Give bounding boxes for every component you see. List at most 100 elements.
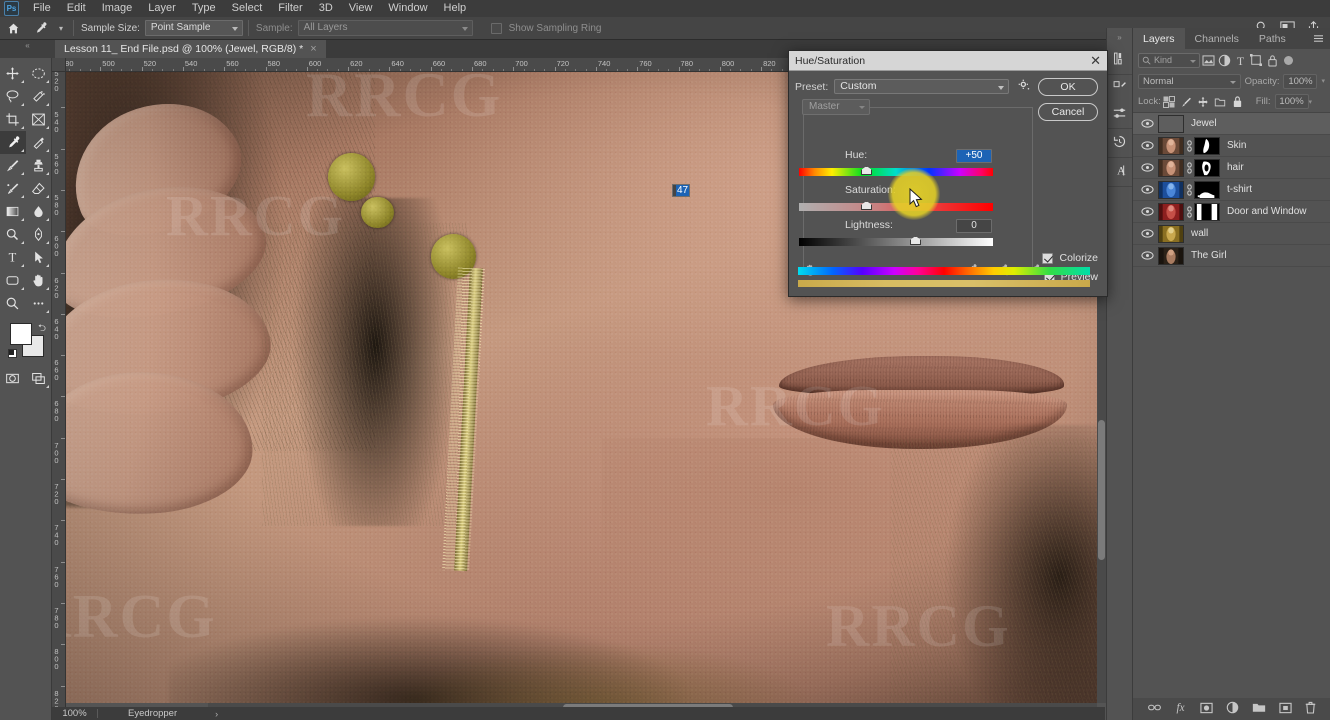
eye-icon[interactable] [1136, 163, 1158, 172]
home-icon[interactable] [0, 22, 26, 35]
link-layers-icon[interactable] [1148, 703, 1161, 715]
menu-view[interactable]: View [341, 0, 381, 17]
menu-help[interactable]: Help [436, 0, 475, 17]
table-row[interactable]: hair [1133, 157, 1330, 179]
character-icon[interactable]: A [1112, 163, 1127, 181]
edit-toolbar-tool[interactable] [26, 292, 52, 315]
layer-name[interactable]: wall [1191, 228, 1208, 239]
eye-icon[interactable] [1136, 141, 1158, 150]
layer-name[interactable]: Skin [1227, 140, 1246, 151]
add-mask-icon[interactable] [1200, 702, 1213, 717]
tab-layers[interactable]: Layers [1133, 28, 1185, 49]
gradient-tool[interactable] [0, 200, 26, 223]
quick-mask-toggle[interactable] [0, 367, 26, 390]
layer-name[interactable]: t-shirt [1227, 184, 1252, 195]
history-brush-tool[interactable] [0, 177, 26, 200]
delete-layer-icon[interactable] [1305, 701, 1316, 717]
table-row[interactable]: Skin [1133, 135, 1330, 157]
eraser-tool[interactable] [26, 177, 52, 200]
blur-tool[interactable] [26, 200, 52, 223]
eyedropper-icon[interactable] [26, 21, 54, 36]
default-colors-icon[interactable] [8, 349, 17, 358]
clone-stamp-tool[interactable] [26, 154, 52, 177]
eye-icon[interactable] [1136, 185, 1158, 194]
eyedropper-tool[interactable] [0, 131, 26, 154]
layer-thumbnail[interactable] [1158, 114, 1184, 133]
lock-position-icon[interactable] [1195, 96, 1212, 108]
zoom-level[interactable]: 100% [52, 708, 97, 719]
menu-filter[interactable]: Filter [270, 0, 310, 17]
vertical-ruler[interactable]: 520 540 560 580 600 620 640 660 680 700 720 740 760 7… [52, 72, 66, 710]
expand-panels-icon[interactable]: » [1117, 28, 1121, 46]
collapse-panel-icon[interactable]: « [0, 40, 55, 58]
preset-options-gear-icon[interactable] [1018, 79, 1030, 94]
table-row[interactable]: The Girl [1133, 245, 1330, 267]
filter-enable-toggle[interactable] [1284, 55, 1293, 65]
properties-icon[interactable] [1112, 107, 1127, 123]
channel-select[interactable]: Master [802, 99, 870, 115]
type-tool[interactable]: T [0, 246, 26, 269]
foreground-color-swatch[interactable] [10, 323, 32, 345]
adjustment-layer-icon[interactable] [1226, 701, 1239, 717]
dodge-tool[interactable] [0, 223, 26, 246]
menu-layer[interactable]: Layer [140, 0, 184, 17]
layer-mask-thumbnail[interactable] [1194, 180, 1220, 199]
tab-paths[interactable]: Paths [1249, 28, 1296, 49]
eye-icon[interactable] [1136, 119, 1158, 128]
menu-select[interactable]: Select [224, 0, 271, 17]
spot-healing-brush-tool[interactable] [26, 131, 52, 154]
eye-icon[interactable] [1136, 229, 1158, 238]
libraries-icon[interactable] [1112, 51, 1127, 69]
table-row[interactable]: Jewel [1133, 113, 1330, 135]
type-filter-icon[interactable]: T [1232, 54, 1248, 67]
ruler-corner[interactable] [52, 58, 66, 72]
adjustments-icon[interactable] [1112, 80, 1127, 98]
adjustment-filter-icon[interactable] [1216, 54, 1232, 67]
lock-artboard-nesting-icon[interactable] [1212, 96, 1229, 108]
layer-thumbnail[interactable] [1158, 180, 1184, 199]
menu-window[interactable]: Window [380, 0, 435, 17]
tab-channels[interactable]: Channels [1185, 28, 1249, 49]
table-row[interactable]: wall [1133, 223, 1330, 245]
layer-mask-thumbnail[interactable] [1194, 158, 1220, 177]
crop-tool[interactable] [0, 108, 26, 131]
brush-tool[interactable] [0, 154, 26, 177]
path-selection-tool[interactable] [26, 246, 52, 269]
sample-size-select[interactable]: Point Sample [144, 20, 243, 36]
close-icon[interactable]: × [310, 43, 316, 55]
tool-preset-chevron-icon[interactable]: ▾ [54, 24, 68, 33]
hue-slider-track[interactable] [799, 168, 993, 176]
history-icon[interactable] [1112, 134, 1127, 152]
opacity-chevron-icon[interactable]: ▾ [1321, 77, 1325, 85]
saturation-value-input[interactable]: 47 [672, 184, 691, 197]
hand-tool[interactable] [26, 269, 52, 292]
lightness-slider-track[interactable] [799, 238, 993, 246]
elliptical-marquee-tool[interactable] [26, 62, 52, 85]
pen-tool[interactable] [26, 223, 52, 246]
new-group-icon[interactable] [1252, 702, 1266, 716]
hue-value-input[interactable]: +50 [956, 149, 992, 163]
layer-name[interactable]: Jewel [1191, 118, 1217, 129]
menu-image[interactable]: Image [94, 0, 141, 17]
document-tab[interactable]: Lesson 11_ End File.psd @ 100% (Jewel, R… [55, 40, 326, 58]
color-swatches[interactable]: ⮌ [0, 319, 52, 365]
layer-thumbnail[interactable] [1158, 136, 1184, 155]
new-layer-icon[interactable] [1279, 702, 1292, 717]
menu-type[interactable]: Type [184, 0, 224, 17]
layer-style-fx-icon[interactable]: fx [1174, 701, 1187, 717]
opacity-value[interactable]: 100% [1283, 73, 1318, 89]
menu-file[interactable]: File [25, 0, 59, 17]
layer-thumbnail[interactable] [1158, 224, 1184, 243]
link-icon[interactable] [1184, 183, 1194, 196]
ok-button[interactable]: OK [1038, 78, 1098, 96]
fill-value[interactable]: 100% [1274, 94, 1309, 109]
saturation-slider-track[interactable] [799, 203, 993, 211]
pixel-filter-icon[interactable] [1200, 54, 1216, 66]
move-tool[interactable] [0, 62, 26, 85]
link-icon[interactable] [1184, 161, 1194, 174]
blend-mode-select[interactable]: Normal [1138, 73, 1241, 89]
lock-transparent-pixels-icon[interactable] [1161, 95, 1178, 108]
table-row[interactable]: t-shirt [1133, 179, 1330, 201]
quick-selection-tool[interactable] [26, 85, 52, 108]
sample-select[interactable]: All Layers [297, 20, 473, 36]
